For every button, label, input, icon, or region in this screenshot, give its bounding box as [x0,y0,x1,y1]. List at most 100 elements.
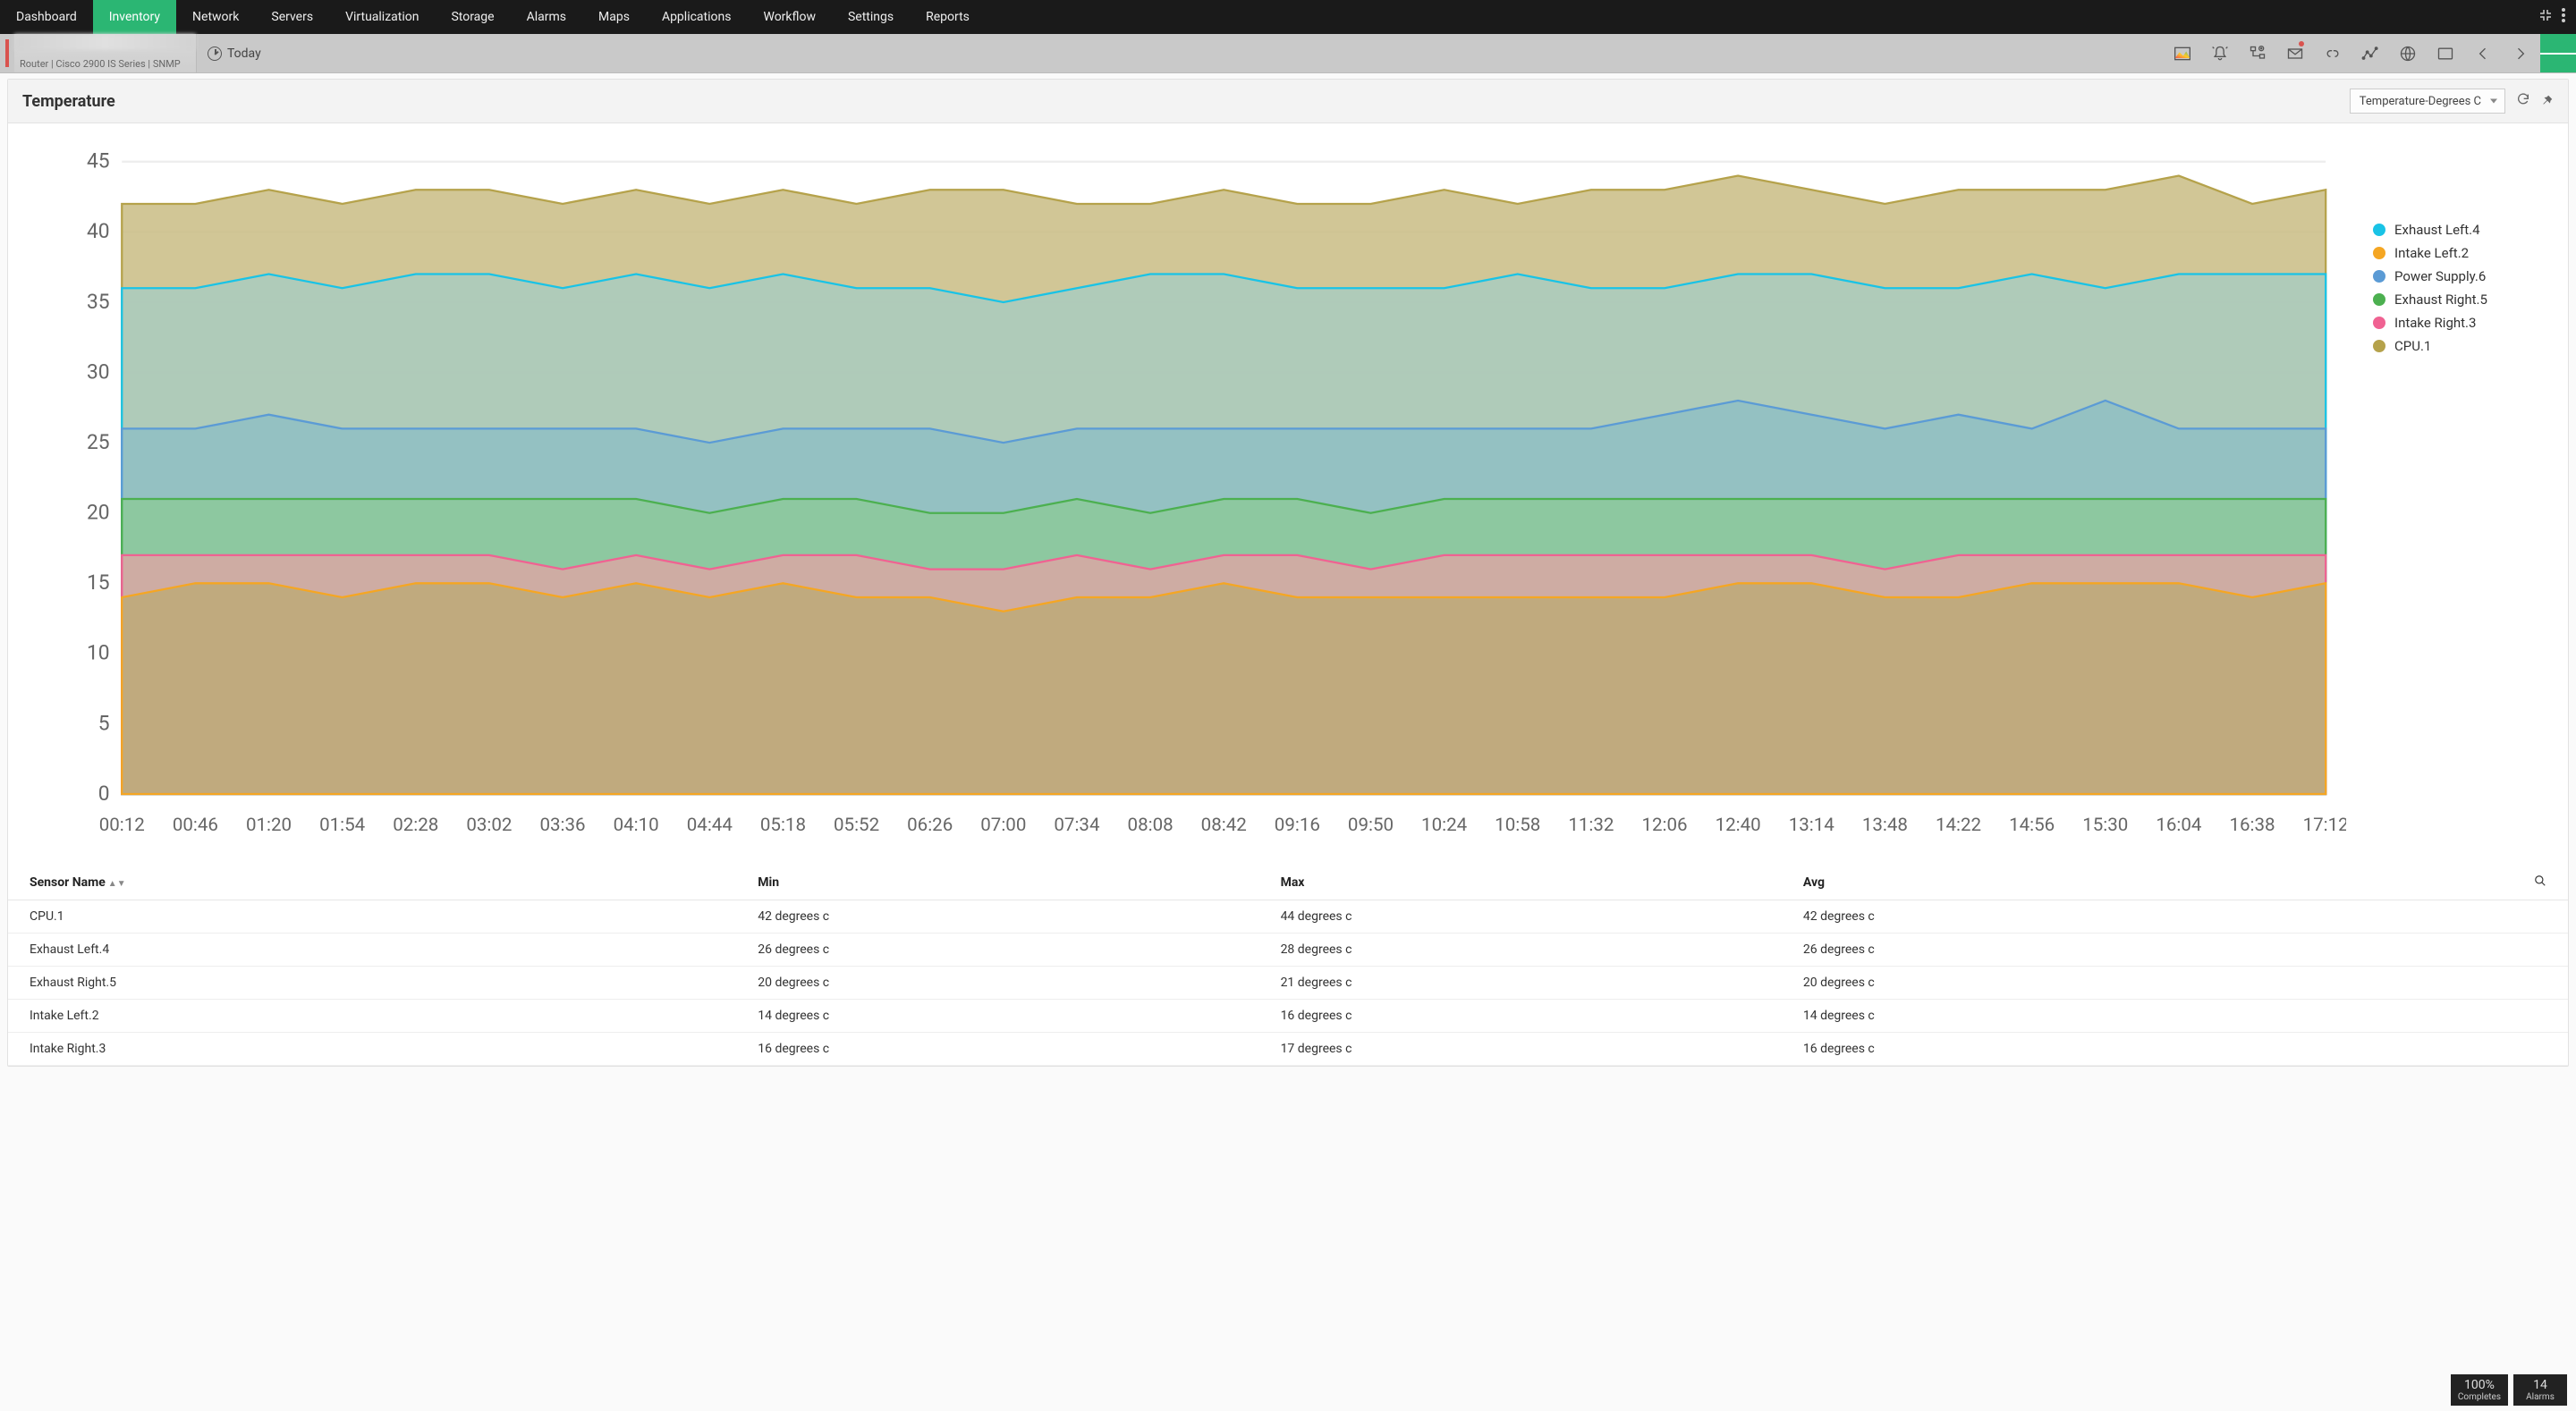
legend-dot-icon [2373,340,2385,352]
cell-max: 17 degrees c [1272,1033,1794,1066]
legend-dot-icon [2373,270,2385,283]
terminal-icon[interactable] [2428,34,2463,72]
network-add-icon[interactable] [2240,34,2275,72]
legend-label: Exhaust Right.5 [2394,291,2487,308]
cell-name: CPU.1 [8,900,749,934]
svg-text:06:26: 06:26 [907,815,953,836]
alarms-badge[interactable]: 14 Alarms [2513,1374,2567,1406]
cell-avg: 20 degrees c [1794,967,2317,1000]
globe-icon[interactable] [2390,34,2426,72]
legend-item[interactable]: CPU.1 [2373,338,2543,354]
nav-network[interactable]: Network [176,0,255,34]
svg-text:03:36: 03:36 [539,815,585,836]
svg-text:02:28: 02:28 [393,815,438,836]
notification-dot [2299,41,2304,46]
svg-text:10: 10 [87,641,110,665]
link-icon[interactable] [2315,34,2351,72]
picture-icon[interactable] [2165,34,2200,72]
legend-item[interactable]: Intake Right.3 [2373,315,2543,331]
cell-min: 42 degrees c [749,900,1271,934]
activity-icon[interactable] [2352,34,2388,72]
cell-avg: 14 degrees c [1794,1000,2317,1033]
card-title: Temperature [22,92,115,111]
nav-dashboard[interactable]: Dashboard [0,0,93,34]
table-row[interactable]: Intake Right.3 16 degrees c 17 degrees c… [8,1033,2568,1066]
nav-alarms[interactable]: Alarms [511,0,582,34]
temperature-chart[interactable]: 05101520253035404500:1200:4601:2001:5402… [40,141,2346,858]
legend-item[interactable]: Power Supply.6 [2373,268,2543,284]
mail-icon[interactable] [2277,34,2313,72]
svg-text:45: 45 [87,149,110,173]
nav-settings[interactable]: Settings [832,0,910,34]
table-row[interactable]: Exhaust Right.5 20 degrees c 21 degrees … [8,967,2568,1000]
next-icon [2503,34,2538,72]
svg-text:09:16: 09:16 [1275,815,1320,836]
svg-text:04:44: 04:44 [687,815,733,836]
svg-text:5: 5 [98,711,110,735]
nav-applications[interactable]: Applications [646,0,748,34]
legend-label: Intake Left.2 [2394,245,2469,261]
svg-text:10:58: 10:58 [1495,815,1540,836]
table-row[interactable]: Intake Left.2 14 degrees c 16 degrees c … [8,1000,2568,1033]
legend-dot-icon [2373,293,2385,306]
legend-item[interactable]: Intake Left.2 [2373,245,2543,261]
fullscreen-collapse-icon[interactable] [2538,8,2553,26]
cell-name: Exhaust Left.4 [8,934,749,967]
col-max[interactable]: Max [1272,864,1794,900]
nav-reports[interactable]: Reports [910,0,986,34]
device-info-box[interactable]: Router | Cisco 2900 IS Series | SNMP [14,34,197,72]
completes-badge[interactable]: 100% Completes [2451,1374,2508,1406]
top-nav: DashboardInventoryNetworkServersVirtuali… [0,0,2576,34]
refresh-icon[interactable] [2516,92,2530,110]
legend-item[interactable]: Exhaust Right.5 [2373,291,2543,308]
prev-icon[interactable] [2465,34,2501,72]
table-row[interactable]: Exhaust Left.4 26 degrees c 28 degrees c… [8,934,2568,967]
col-min[interactable]: Min [749,864,1271,900]
svg-text:20: 20 [87,501,110,525]
kebab-menu-icon[interactable] [2562,8,2565,26]
svg-text:15:30: 15:30 [2082,815,2128,836]
nav-maps[interactable]: Maps [582,0,646,34]
hamburger-menu-button[interactable] [2540,34,2576,72]
time-range-selector[interactable]: Today [197,46,272,61]
metric-select-value: Temperature-Degrees C [2360,95,2481,108]
svg-text:25: 25 [87,430,110,454]
svg-text:35: 35 [87,290,110,314]
bell-icon[interactable] [2202,34,2238,72]
cell-name: Intake Left.2 [8,1000,749,1033]
svg-text:13:14: 13:14 [1789,815,1835,836]
legend-label: Intake Right.3 [2394,315,2476,331]
legend-dot-icon [2373,224,2385,236]
sensor-table: Sensor Name▲▼ Min Max Avg CPU.1 42 degre… [8,864,2568,1066]
col-avg[interactable]: Avg [1794,864,2317,900]
svg-text:10:24: 10:24 [1421,815,1468,836]
table-row[interactable]: CPU.1 42 degrees c 44 degrees c 42 degre… [8,900,2568,934]
nav-storage[interactable]: Storage [435,0,510,34]
svg-text:13:48: 13:48 [1862,815,1908,836]
svg-text:01:54: 01:54 [319,815,366,836]
legend-item[interactable]: Exhaust Left.4 [2373,222,2543,238]
legend-label: Power Supply.6 [2394,268,2486,284]
pin-icon[interactable] [2541,93,2554,110]
cell-min: 16 degrees c [749,1033,1271,1066]
cell-max: 44 degrees c [1272,900,1794,934]
legend-dot-icon [2373,317,2385,329]
nav-workflow[interactable]: Workflow [747,0,832,34]
sort-icon: ▲▼ [108,879,126,889]
cell-max: 21 degrees c [1272,967,1794,1000]
nav-inventory[interactable]: Inventory [93,0,176,34]
svg-text:17:12: 17:12 [2303,815,2346,836]
svg-text:00:46: 00:46 [173,815,218,836]
cell-avg: 16 degrees c [1794,1033,2317,1066]
svg-text:09:50: 09:50 [1348,815,1394,836]
svg-text:14:22: 14:22 [1936,815,1981,836]
metric-select[interactable]: Temperature-Degrees C [2350,89,2505,114]
svg-text:16:04: 16:04 [2156,815,2202,836]
cell-name: Intake Right.3 [8,1033,749,1066]
table-search-icon[interactable] [2317,864,2568,900]
col-sensor-name[interactable]: Sensor Name▲▼ [8,864,749,900]
time-range-label: Today [227,46,261,61]
nav-virtualization[interactable]: Virtualization [329,0,435,34]
svg-text:03:02: 03:02 [466,815,512,836]
nav-servers[interactable]: Servers [255,0,329,34]
